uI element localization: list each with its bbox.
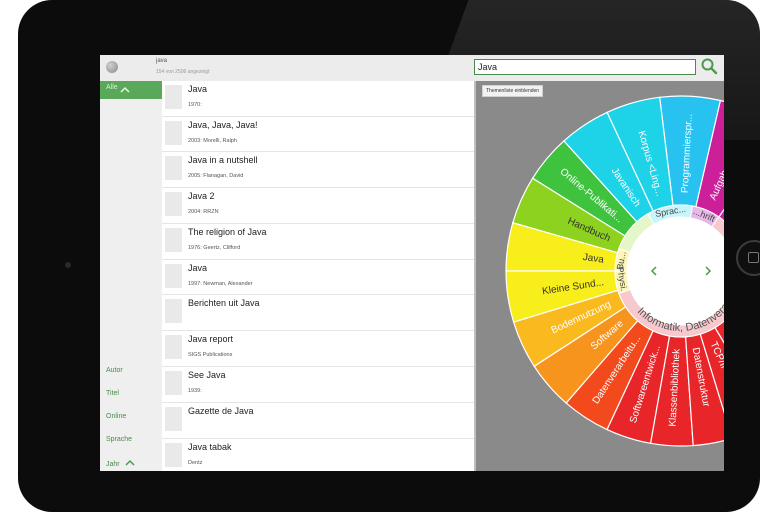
facet-year-label: Jahr (106, 461, 120, 468)
search-bar (474, 55, 724, 81)
query-title: java (156, 58, 168, 64)
home-button[interactable] (736, 240, 760, 276)
item-title: The religion of Java (188, 227, 267, 237)
item-title: Java in a nutshell (188, 155, 258, 165)
item-subtitle: 2004: RRZN (188, 209, 219, 215)
item-title: Java tabak (188, 442, 232, 452)
list-item[interactable]: Java 1997: Newman, Alexander (162, 260, 474, 295)
cover-thumbnail (165, 121, 182, 145)
app-screen: java 154 von 2506 angezeigt Alle Autor T… (100, 55, 724, 471)
list-item[interactable]: The religion of Java 1976: Geertz, Cliffo… (162, 224, 474, 260)
item-title: Java 2 (188, 191, 215, 201)
item-subtitle: 1976: Geertz, Clifford (188, 245, 241, 251)
facet-language[interactable]: Sprache (106, 436, 132, 443)
item-title: See Java (188, 370, 226, 380)
topic-wheel[interactable]: NetzwerkGrafikInternetAufgabensamml...Pr… (476, 81, 724, 471)
list-item[interactable]: Java in a nutshell 2005: Flanagan, David (162, 152, 474, 188)
list-item[interactable]: Java report SIGS Publications (162, 331, 474, 367)
item-subtitle: 2003: Morelli, Ralph (188, 138, 237, 144)
facet-all-button[interactable]: Alle (100, 81, 162, 99)
cover-thumbnail (165, 335, 182, 359)
chevron-up-icon (125, 459, 135, 466)
cover-thumbnail (165, 371, 182, 395)
search-icon[interactable] (700, 57, 718, 75)
item-title: Java, Java, Java! (188, 120, 258, 130)
cover-thumbnail (165, 407, 182, 431)
home-button-icon (748, 252, 759, 263)
facet-online[interactable]: Online (106, 413, 126, 420)
item-title: Java (188, 263, 208, 273)
facet-year[interactable]: Jahr (106, 459, 135, 468)
item-title: Berichten uit Java (188, 298, 260, 308)
result-list: Java 1970: Java, Java, Java! 2003: Morelli… (162, 81, 474, 471)
list-item[interactable]: Java 1970: (162, 81, 474, 117)
cover-thumbnail (165, 443, 182, 467)
cover-thumbnail (165, 192, 182, 216)
item-subtitle: 1939: (188, 388, 202, 394)
list-item[interactable]: Berichten uit Java (162, 295, 474, 331)
item-title: Java report (188, 334, 234, 344)
facet-title[interactable]: Titel (106, 390, 119, 397)
list-item[interactable]: Gazette de Java (162, 403, 474, 439)
facet-sidebar: Alle Autor Titel Online Sprache Jahr (100, 81, 162, 471)
item-subtitle: 1997: Newman, Alexander (188, 281, 253, 287)
profile-icon[interactable] (106, 61, 118, 73)
search-input[interactable] (474, 59, 696, 75)
result-count: 154 von 2506 angezeigt (156, 69, 210, 75)
cover-thumbnail (165, 299, 182, 323)
chevron-up-icon (120, 86, 130, 93)
front-camera (65, 262, 71, 268)
list-item[interactable]: Java, Java, Java! 2003: Morelli, Ralph (162, 117, 474, 152)
result-header: java 154 von 2506 angezeigt (100, 55, 474, 82)
item-title: Java (188, 84, 208, 94)
list-item[interactable]: Java tabak Dentz (162, 439, 474, 471)
item-subtitle: 1970: (188, 102, 202, 108)
item-subtitle: SIGS Publications (188, 352, 233, 358)
tablet-frame: java 154 von 2506 angezeigt Alle Autor T… (18, 0, 760, 512)
list-item[interactable]: See Java 1939: (162, 367, 474, 403)
cover-thumbnail (165, 156, 182, 180)
facet-author[interactable]: Autor (106, 367, 123, 374)
list-item[interactable]: Java 2 2004: RRZN (162, 188, 474, 224)
item-subtitle: 2005: Flanagan, David (188, 173, 244, 179)
cover-thumbnail (165, 264, 182, 288)
topic-wheel-pane: Themenliste einblenden NetzwerkGrafikInt… (476, 81, 724, 471)
item-subtitle: Dentz (188, 460, 203, 466)
item-title: Gazette de Java (188, 406, 254, 416)
cover-thumbnail (165, 85, 182, 109)
facet-all-label: Alle (106, 84, 118, 91)
cover-thumbnail (165, 228, 182, 252)
